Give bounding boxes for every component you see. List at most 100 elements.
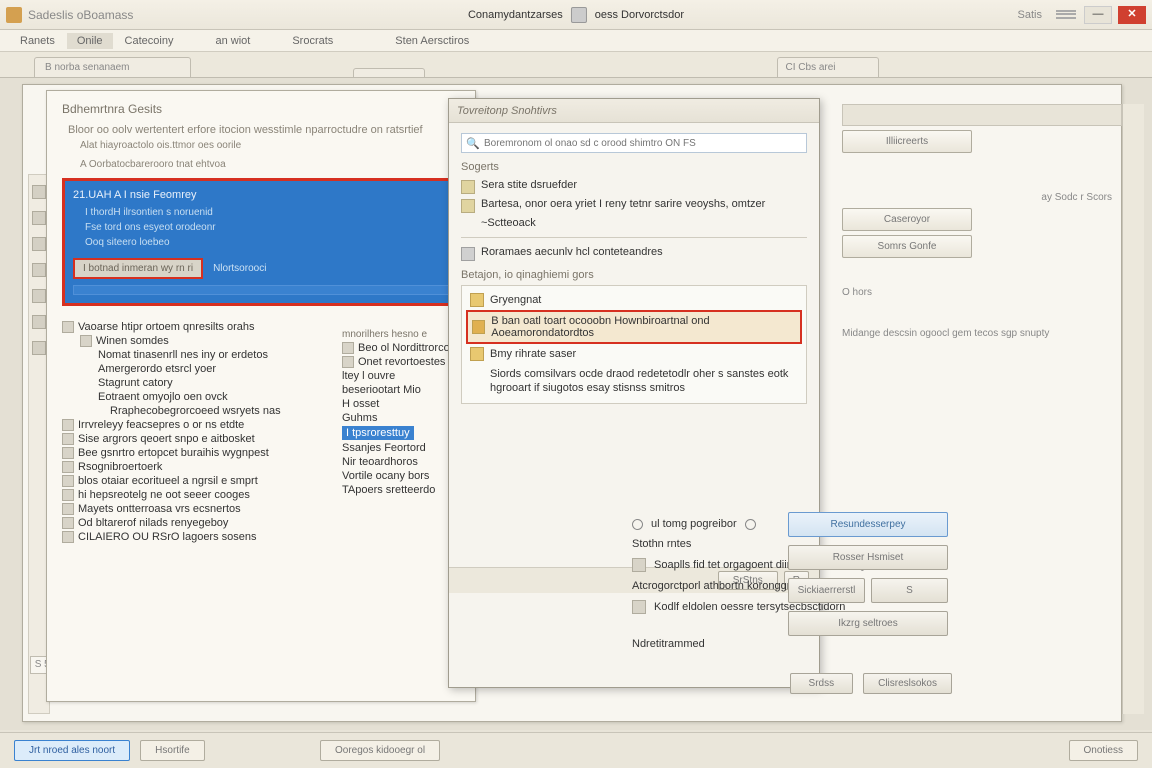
tree-item[interactable]: Rsognibroertoerk — [78, 461, 162, 473]
mid-item[interactable]: Vortile ocany bors — [342, 470, 429, 482]
sub-text-1: Alat hiayroactolo ois.ttmor oes oorile — [62, 140, 462, 151]
tree-item[interactable]: Sise argrors qeoert snpo e aitbosket — [78, 433, 255, 445]
tool-icon[interactable] — [32, 237, 46, 251]
tool-icon[interactable] — [32, 289, 46, 303]
tree-item[interactable]: Amergerordo etsrcl yoer — [98, 363, 216, 375]
warning-icon — [472, 320, 485, 334]
highlight-button[interactable]: I botnad inmeran wy rn ri — [73, 258, 203, 279]
tab-2[interactable] — [353, 68, 425, 77]
item-icon — [632, 558, 646, 572]
action-button[interactable]: Sickiaerrerstl — [788, 578, 865, 603]
category-item[interactable]: Gryengnat — [466, 290, 802, 310]
mid-item[interactable]: ltey l ouvre — [342, 370, 395, 382]
item-icon — [632, 600, 646, 614]
highlight-bar — [73, 285, 451, 295]
mid-item[interactable]: Nir teoardhoros — [342, 456, 418, 468]
tab-3[interactable]: CI Cbs arei — [777, 57, 879, 77]
tool-icon[interactable] — [32, 263, 46, 277]
highlight-item[interactable]: I thordH ilrsontien s noruenid — [73, 205, 451, 220]
action-button[interactable]: Rosser Hsmiset — [788, 545, 948, 570]
side-text: Midange descsin ogoocl gem tecos sgp snu… — [842, 327, 1122, 340]
tree-item[interactable]: Mayets ontterroasa vrs ecsnertos — [78, 503, 241, 515]
minimize-button[interactable]: — — [1084, 6, 1112, 24]
tool-icon[interactable] — [32, 211, 46, 225]
mid-item[interactable]: beseriootart Mio — [342, 384, 421, 396]
side-button[interactable]: Somrs Gonfe — [842, 235, 972, 258]
mid-item[interactable]: TApoers sretteerdo — [342, 484, 435, 496]
mid-item[interactable]: Guhms — [342, 412, 377, 424]
mid-item[interactable]: Beo ol Nordittrorcod — [358, 342, 456, 354]
category-item[interactable]: Bmy rihrate saser — [466, 344, 802, 364]
status-button[interactable]: Hsortife — [140, 740, 204, 761]
dialog-item[interactable]: Bartesa, onor oera yriet I reny tetnr sa… — [481, 198, 765, 210]
tree-item[interactable]: Nomat tinasenrll nes iny or erdetos — [98, 349, 268, 361]
tree-item[interactable]: Stagrunt catory — [98, 377, 173, 389]
tree-item[interactable]: Od bltarerof nilads renyegeboy — [78, 517, 228, 529]
app-title: Sadeslis oBoamass — [28, 8, 133, 22]
tool-icon[interactable] — [32, 341, 46, 355]
tree-item[interactable]: CILAIERO OU RSrO lagoers sosens — [78, 531, 257, 543]
tree-item[interactable]: Eotraent omyojlo oen ovck — [98, 391, 228, 403]
intro-text: Bloor oo oolv wertentert erfore itocion … — [62, 124, 462, 136]
bottom-dialog-buttons: Srdss Clisreslsokos — [790, 673, 952, 694]
mid-item[interactable]: H osset — [342, 398, 379, 410]
mid-item[interactable]: Onet revortoestes — [358, 356, 445, 368]
highlight-item[interactable]: Fse tord ons esyeot orodeonr — [73, 220, 451, 235]
highlight-item[interactable]: Ooq siteero loebeo — [73, 235, 451, 250]
tree-item[interactable]: Rraphecobegrorcoeed wsryets nas — [110, 405, 281, 417]
menu-item-4[interactable]: Srocrats — [282, 33, 343, 49]
panel-header: Bdhemrtnra Gesits — [62, 102, 462, 116]
menu-item-0[interactable]: Ranets — [10, 33, 65, 49]
search-box[interactable]: 🔍 — [461, 133, 807, 153]
tree-icon — [62, 433, 74, 445]
action-button[interactable]: Ikzrg seltroes — [788, 611, 948, 636]
menu-item-3[interactable]: an wiot — [205, 33, 260, 49]
action-button[interactable]: S — [871, 578, 948, 603]
dialog-item[interactable]: Sera stite dsruefder — [481, 179, 577, 191]
side-button[interactable]: Caseroyor — [842, 208, 972, 231]
tree-item[interactable]: Vaoarse htipr ortoem qnresilts orahs — [78, 321, 255, 333]
tool-icon[interactable] — [32, 185, 46, 199]
section-label: Betajon, io qinaghiemi gors — [461, 269, 807, 281]
status-button[interactable]: Onotiess — [1069, 740, 1138, 761]
status-button[interactable]: Ooregos kidooegr ol — [320, 740, 440, 761]
category-item-highlighted[interactable]: B ban oatl toart ocooobn Hownbiroartnal … — [466, 310, 802, 344]
menu-item-5[interactable]: Sten Aersctiros — [385, 33, 479, 49]
folder-icon — [470, 347, 484, 361]
menu-item-2[interactable]: Catecoiny — [115, 33, 184, 49]
tree-item[interactable]: Irrvreleyy feacsepres o or ns etdte — [78, 419, 244, 431]
tree-item[interactable]: Bee gsnrtro ertopcet buraihis wygnpest — [78, 447, 269, 459]
titlebar: Sadeslis oBoamass Conamydantzarses oess … — [0, 0, 1152, 30]
primary-button[interactable]: Resundesserpey — [788, 512, 948, 537]
lower-text: Stothn rntes — [632, 538, 691, 550]
status-button-primary[interactable]: Jrt nroed ales noort — [14, 740, 130, 761]
ok-button[interactable]: Srdss — [790, 673, 854, 694]
dialog-item: ~Sctteoack — [481, 217, 536, 229]
close-button[interactable]: ✕ — [1118, 6, 1146, 24]
right-scrollbar[interactable] — [1122, 104, 1144, 714]
search-icon: 🔍 — [462, 137, 484, 150]
tree-item[interactable]: Winen somdes — [96, 335, 169, 347]
highlight-link[interactable]: Nlortsorooci — [213, 263, 266, 274]
tree-icon — [62, 475, 74, 487]
cancel-button[interactable]: Clisreslsokos — [863, 673, 952, 694]
settings-button[interactable]: Satis — [1012, 7, 1048, 23]
hamburger-icon[interactable] — [1054, 8, 1078, 22]
tree-item[interactable]: blos otaiar ecoritueel a ngrsil e smprt — [78, 475, 258, 487]
mid-item[interactable]: Ssanjes Feortord — [342, 442, 426, 454]
menu-item-1[interactable]: Onile — [67, 33, 113, 49]
tab-1[interactable]: B norba senanaem — [34, 57, 191, 77]
dialog-title: Tovreitonp Snohtivrs — [449, 99, 819, 123]
mid-head: mnorilhers hesno e — [342, 328, 462, 341]
side-button[interactable]: Illiicreerts — [842, 130, 972, 153]
radio-button[interactable] — [745, 519, 756, 530]
search-input[interactable] — [484, 138, 806, 149]
tool-icon[interactable] — [32, 315, 46, 329]
tree-icon — [62, 419, 74, 431]
tree-icon — [62, 517, 74, 529]
tree-item[interactable]: hi hepsreotelg ne oot seeer cooges — [78, 489, 250, 501]
dialog-item[interactable]: Roramaes aecunlv hcl conteteandres — [481, 246, 663, 258]
mid-item-selected[interactable]: I tpsroresttuy — [342, 426, 414, 440]
radio-button[interactable] — [632, 519, 643, 530]
sub-text-2: A Oorbatocbarerooro tnat ehtvoa — [62, 159, 462, 170]
